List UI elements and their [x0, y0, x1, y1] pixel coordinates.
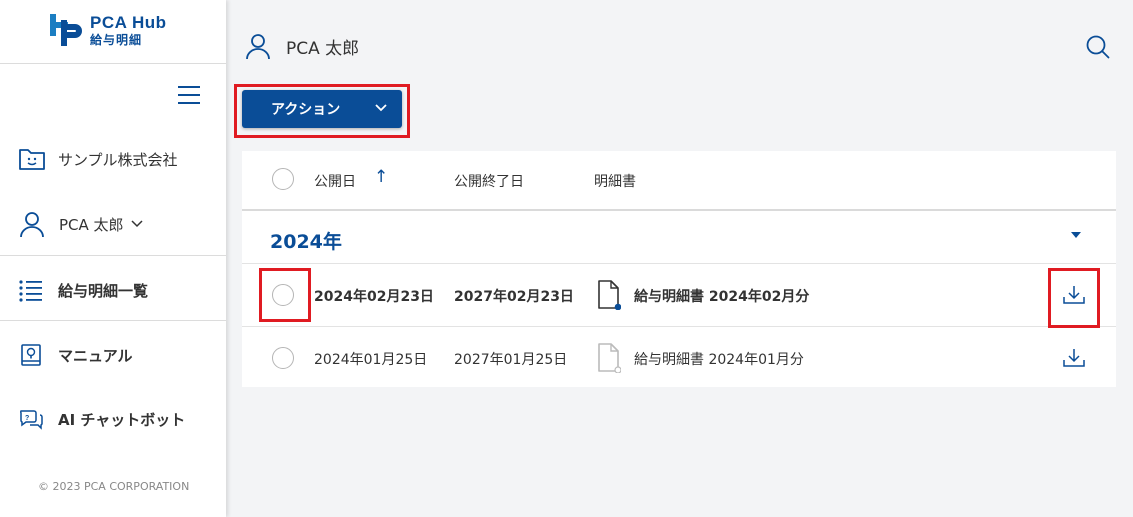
copyright-text: © 2023 PCA CORPORATION: [38, 480, 190, 493]
sidebar-user-menu[interactable]: PCA 太郎: [18, 210, 144, 238]
action-button[interactable]: アクション: [242, 90, 402, 128]
document-name[interactable]: 給与明細書 2024年01月分: [634, 349, 804, 369]
sidebar-item-label: 給与明細一覧: [58, 281, 149, 300]
svg-text:?: ?: [25, 415, 29, 422]
chatbot-icon: ?: [19, 410, 43, 430]
folder-smile-icon: [19, 149, 45, 170]
list-icon: [19, 280, 42, 302]
document-unread-icon: [598, 280, 621, 310]
table-header: 公開日 ↑ 公開終了日 明細書: [242, 151, 1116, 211]
app-subtitle: 給与明細: [90, 33, 143, 47]
download-highlight-box: [1048, 268, 1100, 328]
header-user-name: PCA 太郎: [286, 38, 360, 59]
column-header-end-date: 公開終了日: [454, 174, 524, 190]
action-button-label: アクション: [271, 102, 341, 118]
sidebar-item-label: マニュアル: [58, 346, 133, 365]
header-user: PCA 太郎: [244, 32, 359, 60]
document-name[interactable]: 給与明細書 2024年02月分: [634, 286, 809, 306]
year-group-header[interactable]: 2024年: [242, 211, 1116, 264]
column-header-published[interactable]: 公開日: [314, 171, 356, 191]
search-icon[interactable]: [1085, 34, 1111, 60]
user-icon: [20, 212, 44, 238]
published-date: 2024年01月25日: [314, 352, 428, 368]
end-date: 2027年02月23日: [454, 289, 574, 305]
document-icon: [598, 343, 621, 373]
sort-ascending-icon[interactable]: ↑: [374, 167, 388, 187]
download-icon[interactable]: [1062, 347, 1086, 369]
table-row[interactable]: 2024年01月25日 2027年01月25日 給与明細書 2024年01月分: [242, 327, 1116, 389]
select-all-radio[interactable]: [272, 168, 294, 190]
divider: [0, 63, 226, 64]
end-date: 2027年01月25日: [454, 352, 568, 368]
company-name: サンプル株式会社: [58, 150, 178, 169]
sidebar-item-label: AI チャットボット: [58, 410, 186, 429]
app-logo[interactable]: PCA Hub 給与明細: [50, 12, 167, 48]
table-row[interactable]: 2024年02月23日 2027年02月23日 給与明細書 2024年02月分: [242, 264, 1116, 327]
sidebar-item-manual[interactable]: マニュアル: [18, 342, 133, 368]
collapse-triangle-icon[interactable]: [1071, 232, 1081, 238]
divider: [0, 320, 226, 321]
radio-highlight-box: [259, 268, 311, 322]
manual-icon: [21, 344, 41, 366]
sidebar-item-payslip-list[interactable]: 給与明細一覧: [18, 278, 148, 302]
divider: [0, 255, 226, 256]
column-header-document: 明細書: [594, 174, 636, 190]
sidebar: PCA Hub 給与明細 サンプル株式会社 PCA 太郎 給与明細一覧 マニュア…: [0, 0, 226, 517]
sidebar-company[interactable]: サンプル株式会社: [18, 146, 178, 172]
row-select-radio[interactable]: [272, 347, 294, 369]
year-group-label: 2024年: [270, 231, 342, 253]
pca-logo-icon: [50, 12, 84, 48]
sidebar-item-chatbot[interactable]: ? AI チャットボット: [18, 406, 185, 432]
hamburger-menu-icon[interactable]: [178, 86, 200, 106]
app-title: PCA Hub: [90, 13, 167, 32]
sidebar-user-name: PCA 太郎: [59, 215, 124, 234]
chevron-down-icon: [131, 220, 143, 228]
user-icon: [246, 34, 270, 60]
payslip-table: 公開日 ↑ 公開終了日 明細書 2024年 2024年02月23日 2027年0…: [242, 151, 1116, 387]
chevron-down-icon: [375, 104, 387, 112]
published-date: 2024年02月23日: [314, 289, 434, 305]
